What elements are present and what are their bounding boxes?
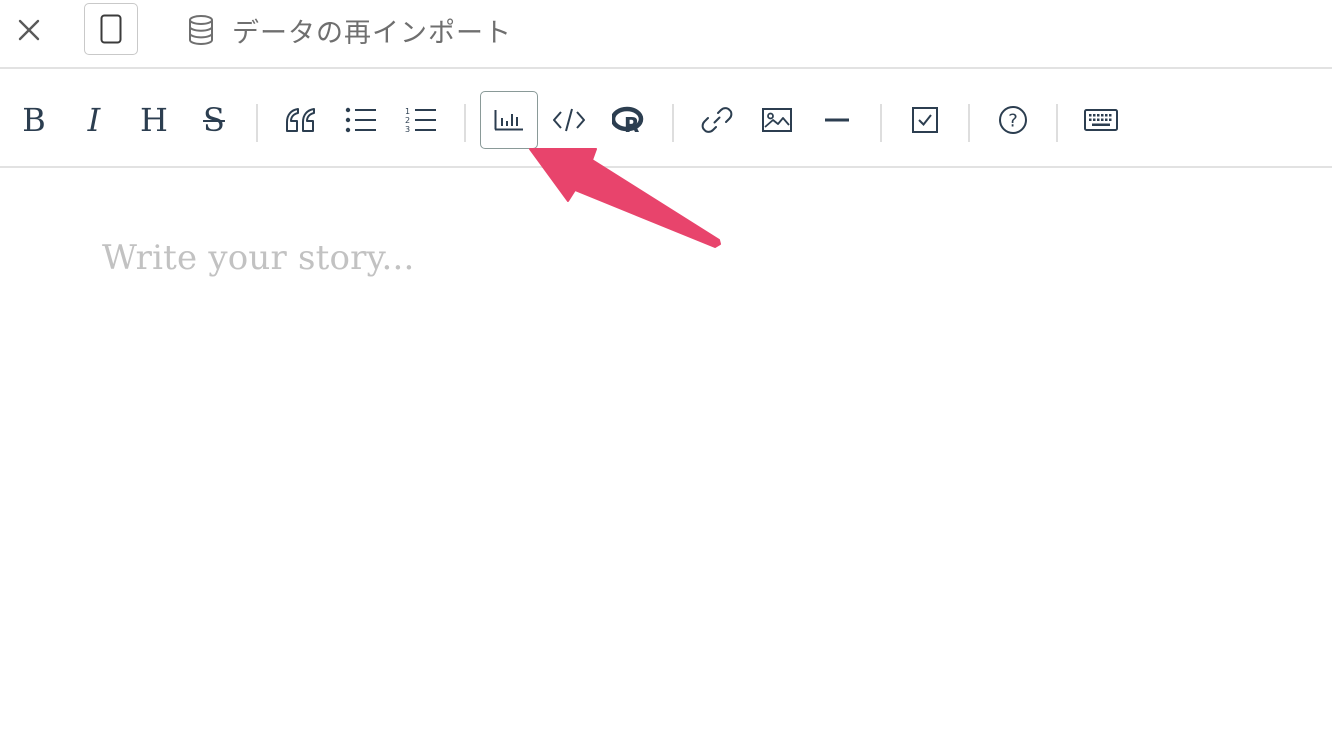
list-number: 1 — [405, 107, 410, 116]
code-icon — [553, 108, 585, 132]
toolbar-separator — [1056, 104, 1058, 142]
checkbox-icon — [912, 107, 938, 133]
horizontal-rule-button[interactable] — [808, 91, 866, 149]
tablet-icon — [100, 14, 122, 44]
help-glyph: ? — [1008, 111, 1018, 132]
link-button[interactable] — [688, 91, 746, 149]
toolbar-separator — [880, 104, 882, 142]
quote-button[interactable] — [272, 91, 330, 149]
reimport-data-button[interactable]: データの再インポート — [186, 8, 512, 52]
reimport-data-label: データの再インポート — [232, 17, 512, 49]
quote-icon — [286, 108, 315, 132]
image-icon — [762, 108, 792, 132]
r-logo-icon: R — [612, 106, 644, 134]
bold-icon: B — [22, 101, 46, 139]
numbered-list-button[interactable]: 1 2 3 — [392, 91, 450, 149]
database-icon — [189, 15, 213, 46]
checkbox-button[interactable] — [896, 91, 954, 149]
toolbar-separator — [968, 104, 970, 142]
heading-icon: H — [140, 101, 168, 139]
italic-icon: I — [87, 101, 101, 139]
list-number: 2 — [405, 116, 410, 125]
numbered-list-icon: 1 2 3 — [405, 107, 436, 134]
italic-button[interactable]: I — [65, 91, 123, 149]
story-editor[interactable]: Write your story... — [0, 168, 1332, 750]
editor-page: データの再インポート B I H S 1 2 3 R ? Write your … — [0, 0, 1332, 750]
horizontal-rule-icon — [825, 118, 849, 122]
list-number: 3 — [405, 125, 410, 134]
bullet-list-button[interactable] — [332, 91, 390, 149]
strikethrough-icon: S — [203, 101, 225, 139]
r-code-button[interactable]: R — [600, 91, 658, 149]
keyboard-shortcuts-button[interactable] — [1072, 91, 1130, 149]
strikethrough-button[interactable]: S — [185, 91, 243, 149]
help-icon: ? — [999, 106, 1027, 134]
bar-chart-icon — [494, 110, 523, 131]
code-button[interactable] — [540, 91, 598, 149]
heading-button[interactable]: H — [125, 91, 183, 149]
link-icon — [701, 107, 733, 133]
keyboard-icon — [1084, 109, 1118, 131]
close-button[interactable] — [10, 11, 48, 49]
bullet-list-icon — [345, 107, 376, 133]
chart-button[interactable] — [480, 91, 538, 149]
close-icon — [18, 19, 40, 41]
toolbar-separator — [672, 104, 674, 142]
top-bar: データの再インポート — [0, 0, 1332, 69]
r-logo-letter: R — [624, 113, 639, 134]
device-preview-button[interactable] — [84, 3, 138, 55]
image-button[interactable] — [748, 91, 806, 149]
toolbar-separator — [464, 104, 466, 142]
toolbar-separator — [256, 104, 258, 142]
editor-placeholder: Write your story... — [102, 238, 415, 278]
formatting-toolbar: B I H S 1 2 3 R ? — [0, 69, 1332, 168]
help-button[interactable]: ? — [984, 91, 1042, 149]
bold-button[interactable]: B — [5, 91, 63, 149]
